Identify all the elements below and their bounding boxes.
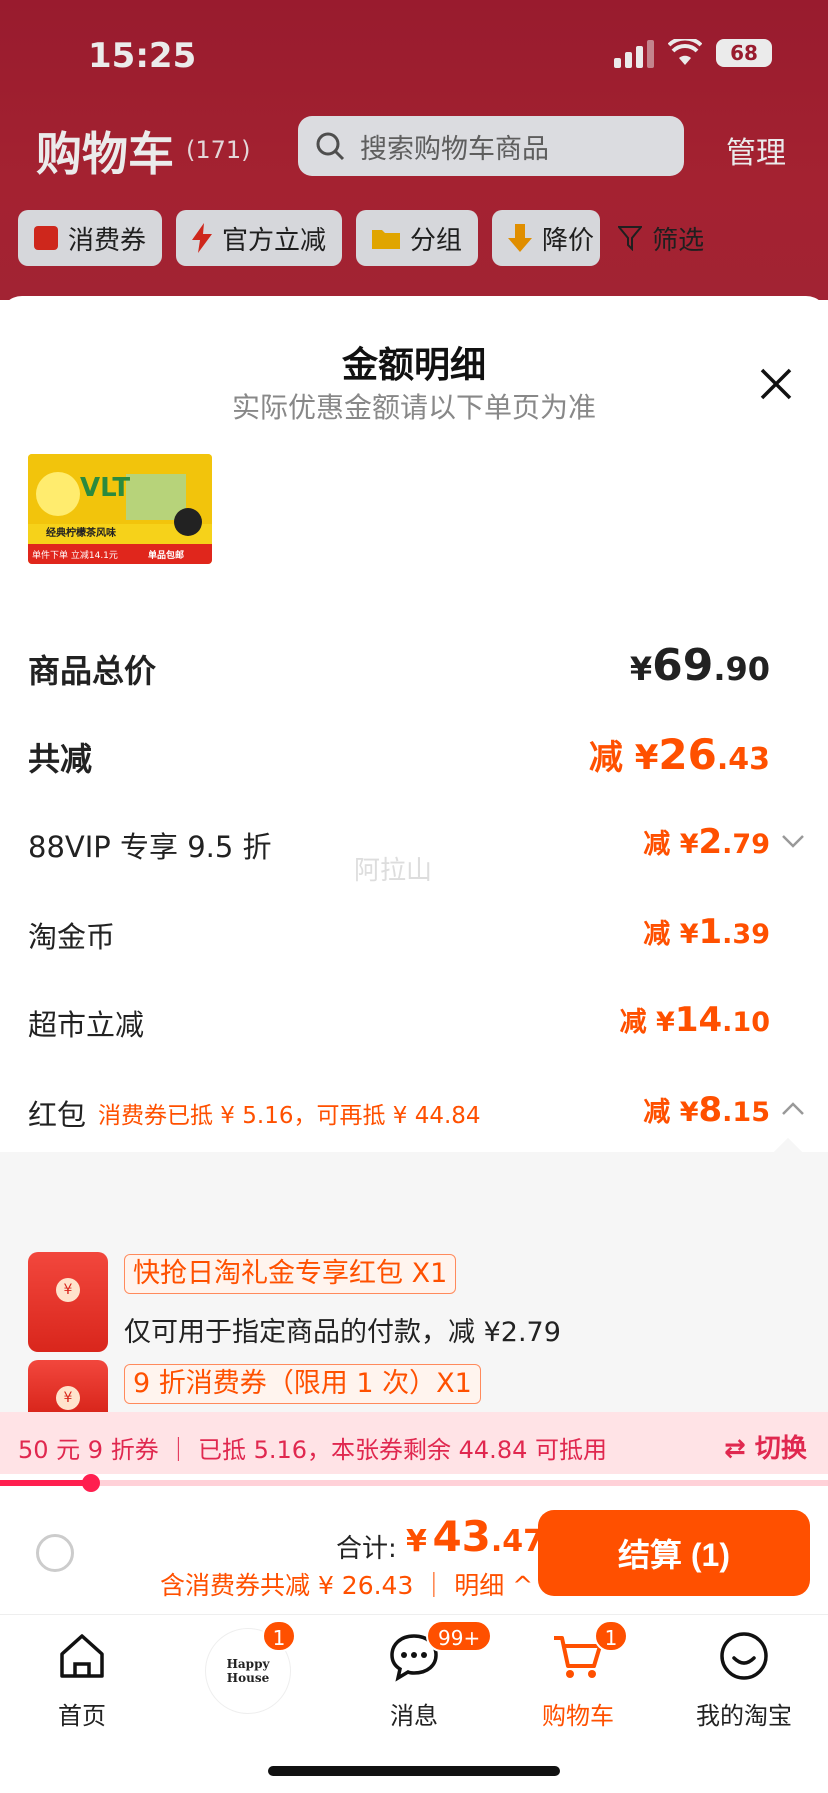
total-amount: ¥ 43.47: [406, 1512, 545, 1561]
vip-discount-value[interactable]: 减 ¥2.79: [643, 822, 770, 862]
close-icon[interactable]: [756, 364, 796, 404]
coupon-tag: 快抢日淘礼金专享红包 X1: [124, 1254, 457, 1294]
product-brand: VLT: [80, 473, 130, 503]
home-icon: [60, 1634, 104, 1678]
coupon-progress-track: [0, 1480, 828, 1486]
red-envelope-icon: [28, 1360, 108, 1412]
coupon-strip-text: 50 元 9 折券 ｜ 已抵 5.16，本张券剩余 44.84 可抵用: [18, 1436, 607, 1464]
product-promo: 单件下单 立减14.1元: [32, 549, 118, 561]
hongbao-note: 消费券已抵 ¥ 5.16，可再抵 ¥ 44.84: [98, 1103, 481, 1129]
product-caption: 经典柠檬茶风味: [46, 526, 116, 539]
total-price-label: 商品总价: [28, 652, 157, 690]
total-label: 合计:: [336, 1534, 397, 1564]
sheet-subtitle: 实际优惠金额请以下单页为准: [231, 391, 596, 424]
overlay-dim: [0, 0, 828, 300]
total-reduce-label: 共减: [28, 740, 93, 778]
coin-value: 减 ¥1.39: [643, 912, 770, 952]
product-free-shipping: 单品包邮: [148, 549, 184, 561]
coupon-desc: 仅可用于指定商品的付款，减 ¥2.79: [124, 1317, 561, 1348]
market-value: 减 ¥14.10: [619, 1000, 770, 1040]
total-reduce-value: 减 ¥26.43: [588, 730, 770, 779]
sheet-title: 金额明细: [341, 345, 486, 386]
total-price-value: ¥69.90: [629, 640, 770, 691]
coupon-tag: 9 折消费券（限用 1 次）X1: [124, 1364, 481, 1404]
select-all-checkbox[interactable]: [36, 1534, 74, 1572]
coin-label: 淘金币: [28, 920, 116, 954]
coupon-progress-handle: [82, 1474, 100, 1492]
watermark: 阿拉山: [354, 856, 433, 886]
switch-button[interactable]: ⇄ 切换: [724, 1428, 807, 1465]
market-label: 超市立减: [28, 1008, 145, 1042]
hongbao-label: 红包: [28, 1098, 87, 1132]
product-thumbnail[interactable]: VLT 经典柠檬茶风味 单件下单 立减14.1元 单品包邮: [28, 454, 212, 564]
msg-badge: 99+: [426, 1620, 493, 1652]
checkout-button[interactable]: 结算 (1): [538, 1510, 810, 1596]
discount-detail-link[interactable]: 含消费券共减 ¥ 26.43 ｜ 明细 ^: [160, 1566, 533, 1602]
coupon-progress-fill: [0, 1480, 92, 1486]
red-envelope-icon: [28, 1252, 108, 1352]
chevron-down-icon[interactable]: [780, 828, 806, 854]
tab-home[interactable]: 首页: [22, 1628, 142, 1731]
smile-icon: [720, 1632, 768, 1680]
home-indicator: [268, 1766, 560, 1776]
tab-my-taobao[interactable]: 我的淘宝: [684, 1628, 804, 1731]
happy-badge: 1: [262, 1620, 296, 1652]
vip-discount-label: 88VIP 专享 9.5 折: [28, 830, 272, 864]
cart-badge: 1: [594, 1620, 628, 1652]
chevron-up-icon[interactable]: [780, 1096, 806, 1122]
hongbao-value[interactable]: 减 ¥8.15: [643, 1090, 770, 1130]
